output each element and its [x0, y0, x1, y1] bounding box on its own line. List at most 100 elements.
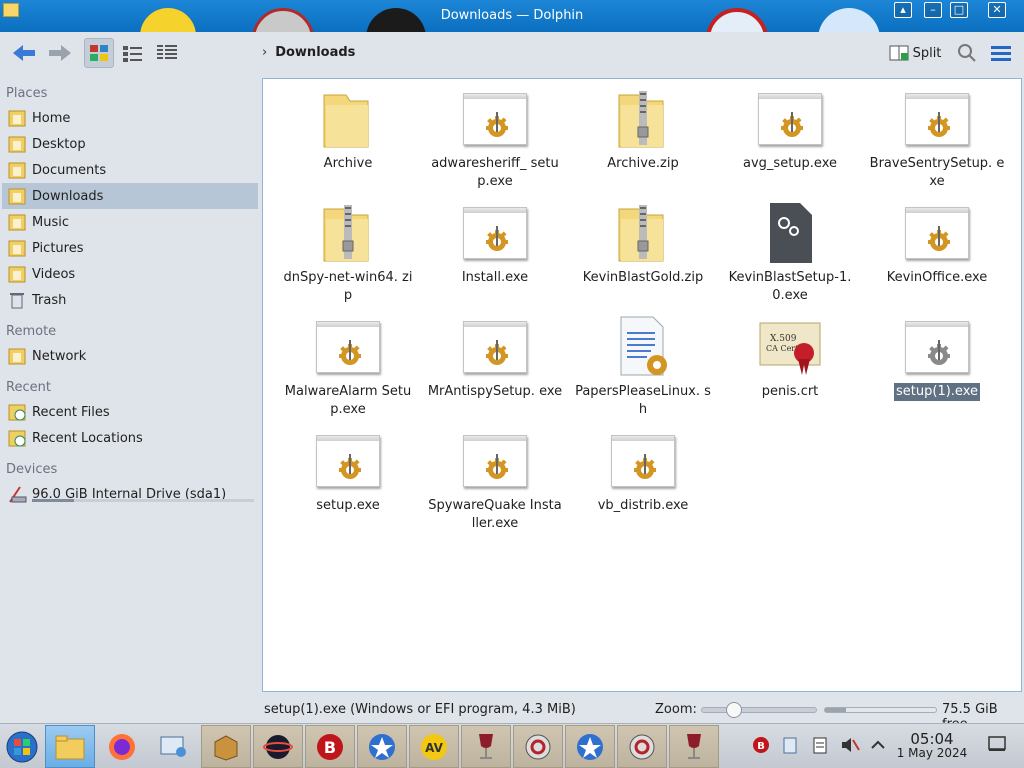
sidebar-item-network[interactable]: Network: [2, 343, 258, 369]
file-item[interactable]: Archive.zip: [573, 87, 713, 173]
taskbar-wine-1[interactable]: [461, 725, 511, 768]
sidebar-item-music[interactable]: Music: [2, 209, 258, 235]
file-name: KevinBlastGold.zip: [582, 270, 704, 285]
sidebar-item-label: Videos: [32, 266, 76, 282]
antivirus-icon: AV: [421, 733, 447, 760]
compact-view-button[interactable]: [118, 38, 148, 68]
sidebar-item-recent-files[interactable]: Recent Files: [2, 399, 258, 425]
sidebar-item-96-0-gib-internal-drive-sda1[interactable]: 96.0 GiB Internal Drive (sda1): [2, 481, 258, 507]
details-view-button[interactable]: [152, 38, 182, 68]
svg-text:B: B: [324, 738, 336, 757]
file-item[interactable]: avg_setup.exe: [720, 87, 860, 173]
sidebar-item-pictures[interactable]: Pictures: [2, 235, 258, 261]
home-folder-icon: [8, 109, 26, 127]
network-folder-icon: [8, 347, 26, 365]
show-desktop-button[interactable]: [988, 736, 1006, 756]
taskbar-star-app[interactable]: [357, 725, 407, 768]
tray-bitdefender-icon[interactable]: B: [752, 736, 770, 758]
file-item[interactable]: BraveSentrySetup. exe: [867, 87, 1007, 191]
file-item[interactable]: KevinBlastSetup-1. 0.exe: [720, 201, 860, 305]
forward-button[interactable]: [44, 38, 76, 68]
sidebar-item-label: Trash: [32, 292, 67, 308]
clock[interactable]: 05:04 1 May 2024: [894, 732, 970, 761]
executable-script-icon: [758, 201, 822, 265]
wine-glass-icon: [687, 733, 701, 759]
file-name: PapersPleaseLinux. sh: [575, 384, 711, 417]
taskbar-dolphin[interactable]: [45, 725, 95, 768]
free-space-bar[interactable]: [824, 707, 937, 713]
split-button[interactable]: Split: [886, 38, 944, 68]
file-item[interactable]: PapersPleaseLinux. sh: [573, 315, 713, 419]
back-button[interactable]: [8, 38, 40, 68]
start-orb-icon: [6, 731, 38, 762]
tray-expand-chevron-icon[interactable]: [870, 736, 886, 758]
sidebar-item-label: Downloads: [32, 188, 104, 204]
file-item[interactable]: KevinBlastGold.zip: [573, 201, 713, 287]
file-item[interactable]: Install.exe: [425, 201, 565, 287]
status-bar: setup(1).exe (Windows or EFI program, 4.…: [0, 698, 1024, 732]
sidebar-item-documents[interactable]: Documents: [2, 157, 258, 183]
music-folder-icon: [8, 213, 26, 231]
sidebar-item-recent-locations[interactable]: Recent Locations: [2, 425, 258, 451]
taskbar-antivirus[interactable]: AV: [409, 725, 459, 768]
sidebar-item-downloads[interactable]: Downloads: [2, 183, 258, 209]
desktop-folder-icon: [8, 135, 26, 153]
file-item[interactable]: Archive: [278, 87, 418, 173]
search-icon: [958, 44, 976, 62]
file-item[interactable]: X.509 CA Cert penis.crt: [720, 315, 860, 401]
taskbar-firefox[interactable]: [97, 725, 147, 768]
executable-icon: [463, 201, 527, 265]
tray-volume-muted-icon[interactable]: [840, 736, 860, 758]
file-item[interactable]: setup.exe: [278, 429, 418, 515]
taskbar-app-planet[interactable]: [253, 725, 303, 768]
file-item[interactable]: vb_distrib.exe: [573, 429, 713, 515]
close-button[interactable]: ✕: [988, 2, 1006, 18]
svg-text:AV: AV: [425, 741, 443, 755]
keep-above-button[interactable]: ▴: [894, 2, 912, 18]
wine-config-icon: [525, 734, 551, 759]
sidebar-item-videos[interactable]: Videos: [2, 261, 258, 287]
breadcrumb-current[interactable]: Downloads: [275, 45, 355, 60]
folder-icon: [316, 87, 380, 151]
file-name: MrAntispySetup. exe: [427, 384, 563, 399]
minimize-button[interactable]: –: [924, 2, 942, 18]
file-view[interactable]: Archive adwaresheriff_ setup.exe Archive.z…: [262, 78, 1022, 692]
sidebar-item-home[interactable]: Home: [2, 105, 258, 131]
package-icon: [214, 734, 238, 761]
sidebar-item-trash[interactable]: Trash: [2, 287, 258, 313]
taskbar-system-settings[interactable]: [149, 725, 199, 768]
taskbar-wine-2[interactable]: [669, 725, 719, 768]
file-name: Archive.zip: [607, 156, 679, 171]
file-item[interactable]: MalwareAlarm Setup.exe: [278, 315, 418, 419]
maximize-button[interactable]: □: [950, 2, 968, 18]
file-item[interactable]: SpywareQuake Installer.exe: [425, 429, 565, 533]
taskbar-bitdefender[interactable]: B: [305, 725, 355, 768]
file-item[interactable]: dnSpy-net-win64. zip: [278, 201, 418, 305]
start-menu-button[interactable]: [0, 725, 44, 768]
tray-notes-icon[interactable]: [812, 736, 828, 758]
zoom-slider-knob[interactable]: [726, 702, 742, 718]
tray-clipboard-icon[interactable]: [782, 736, 798, 758]
executable-icon: [905, 87, 969, 151]
file-item[interactable]: adwaresheriff_ setup.exe: [425, 87, 565, 191]
executable-icon: [463, 87, 527, 151]
file-item[interactable]: MrAntispySetup. exe: [425, 315, 565, 401]
certificate-icon: X.509 CA Cert: [758, 315, 822, 379]
section-devices: Devices: [6, 462, 58, 477]
file-item[interactable]: KevinOffice.exe: [867, 201, 1007, 287]
toolbar: › Downloads Split: [0, 32, 1024, 76]
firefox-icon: [109, 733, 135, 760]
taskbar-star-app-2[interactable]: [565, 725, 615, 768]
search-button[interactable]: [954, 38, 980, 68]
icons-view-button[interactable]: [84, 38, 114, 68]
taskbar-wine-config-2[interactable]: [617, 725, 667, 768]
zoom-slider[interactable]: [701, 702, 817, 718]
sidebar-item-desktop[interactable]: Desktop: [2, 131, 258, 157]
taskbar-archive-manager[interactable]: [201, 725, 251, 768]
breadcrumb[interactable]: › Downloads: [262, 45, 355, 60]
file-item[interactable]: setup(1).exe: [867, 315, 1007, 401]
hamburger-menu-button[interactable]: [988, 38, 1014, 68]
taskbar-wine-config-1[interactable]: [513, 725, 563, 768]
system-settings-icon: [160, 736, 186, 757]
sidebar-item-label: Network: [32, 348, 87, 364]
